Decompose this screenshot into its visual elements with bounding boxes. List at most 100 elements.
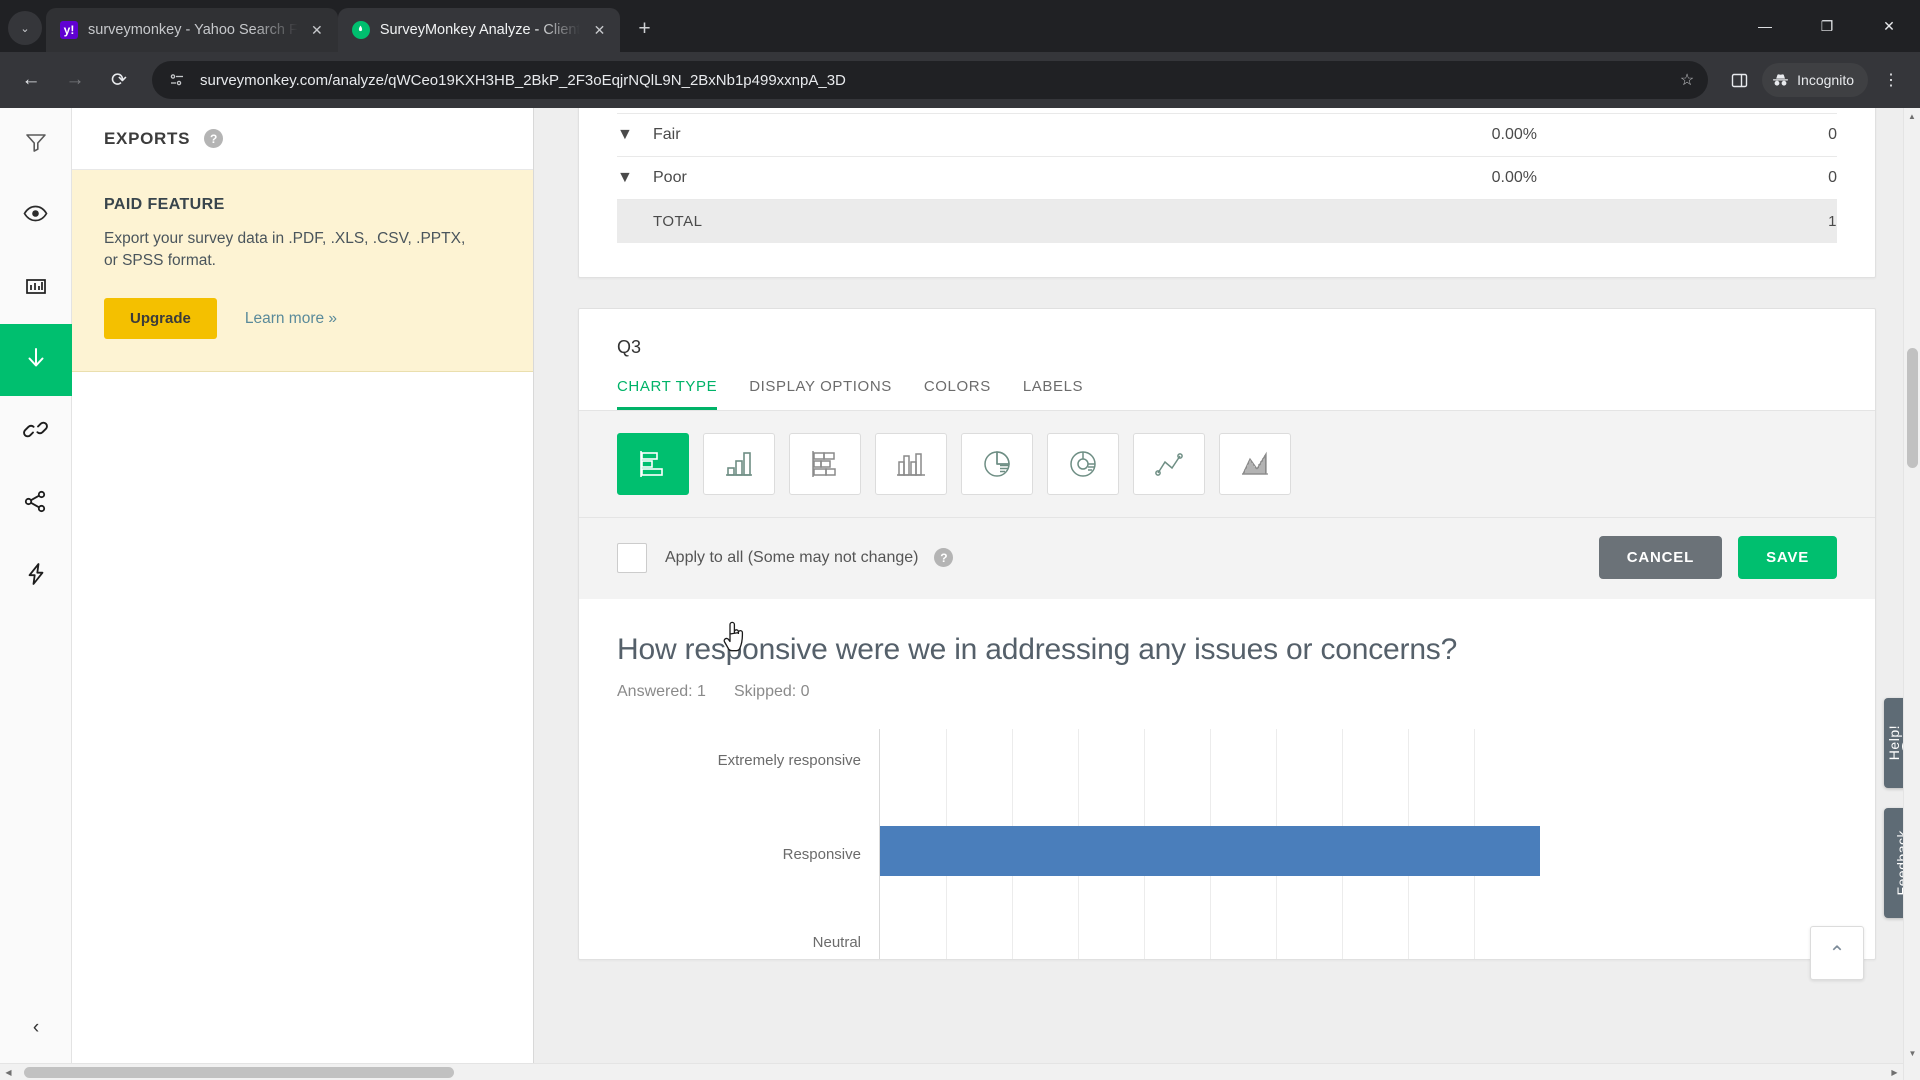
scroll-to-top-button[interactable]: ⌃ bbox=[1810, 926, 1864, 980]
sidebar-item-filter[interactable] bbox=[0, 108, 72, 180]
stacked-horizontal-bar-icon bbox=[808, 448, 842, 480]
reload-button[interactable]: ⟳ bbox=[100, 61, 138, 99]
sidebar-item-share[interactable] bbox=[0, 468, 72, 540]
table-total-row: TOTAL 1 bbox=[617, 199, 1837, 243]
horizontal-scrollbar-thumb[interactable] bbox=[24, 1067, 454, 1078]
chart-editor-card: Q3 CHART TYPE DISPLAY OPTIONS COLORS LAB… bbox=[578, 308, 1876, 960]
chevron-down-icon: ⌄ bbox=[20, 22, 30, 35]
share-nodes-icon bbox=[22, 488, 49, 520]
skipped-count: Skipped: 0 bbox=[733, 683, 810, 700]
save-button[interactable]: SAVE bbox=[1738, 536, 1837, 579]
close-icon[interactable]: ✕ bbox=[588, 19, 610, 41]
row-caret-icon[interactable]: ▼ bbox=[617, 113, 653, 157]
donut-icon bbox=[1067, 448, 1099, 480]
row-percent: 0.00% bbox=[1207, 113, 1537, 157]
browser-tab-yahoo[interactable]: y! surveymonkey - Yahoo Search F ✕ bbox=[46, 8, 338, 52]
chart-type-pie[interactable] bbox=[961, 433, 1033, 495]
close-window-button[interactable]: ✕ bbox=[1858, 0, 1920, 52]
side-panel-icon[interactable] bbox=[1722, 63, 1756, 97]
row-label: Poor bbox=[653, 156, 1207, 200]
paid-feature-card: PAID FEATURE Export your survey data in … bbox=[72, 170, 533, 372]
page-viewport: ‹ EXPORTS ? PAID FEATURE Export your sur… bbox=[0, 108, 1920, 1080]
paid-feature-description: Export your survey data in .PDF, .XLS, .… bbox=[104, 230, 466, 269]
horizontal-bar-icon bbox=[636, 448, 670, 480]
vertical-bar-icon bbox=[722, 448, 756, 480]
scroll-up-arrow-icon[interactable]: ▲ bbox=[1904, 108, 1920, 125]
yahoo-icon: y! bbox=[60, 21, 78, 39]
y-tick-label: Neutral bbox=[812, 934, 861, 951]
incognito-hat-icon bbox=[1772, 73, 1789, 87]
url-text[interactable]: surveymonkey.com/analyze/qWCeo19KXH3HB_2… bbox=[200, 72, 1670, 89]
tab-chart-type[interactable]: CHART TYPE bbox=[617, 372, 718, 410]
sidebar-item-integrations[interactable] bbox=[0, 540, 72, 612]
surveymonkey-icon bbox=[351, 21, 370, 39]
exports-panel-header: EXPORTS ? bbox=[72, 108, 533, 170]
link-icon bbox=[22, 416, 49, 448]
close-icon[interactable]: ✕ bbox=[306, 19, 328, 41]
maximize-button[interactable]: ❐ bbox=[1796, 0, 1858, 52]
apply-to-all-label: Apply to all (Some may not change) bbox=[665, 548, 919, 566]
browser-toolbar: ← → ⟳ surveymonkey.com/analyze/qWCeo19KX… bbox=[0, 52, 1920, 108]
sidebar-item-share-link[interactable] bbox=[0, 396, 72, 468]
upgrade-button[interactable]: Upgrade bbox=[104, 298, 217, 339]
chart-type-line[interactable] bbox=[1133, 433, 1205, 495]
chart-type-stacked-horizontal-bar[interactable] bbox=[789, 433, 861, 495]
chart-plot-area bbox=[879, 729, 1837, 959]
vertical-scrollbar-thumb[interactable] bbox=[1907, 348, 1918, 468]
sidebar-item-view[interactable] bbox=[0, 180, 72, 252]
forward-button[interactable]: → bbox=[56, 61, 94, 99]
analyze-main-content: ▼ Good 100.00% 1 ▼ Fair 0.00% 0 ▼ Poor bbox=[534, 108, 1920, 1080]
page-title: EXPORTS bbox=[104, 128, 191, 148]
new-tab-button[interactable]: + bbox=[628, 13, 660, 45]
learn-more-link[interactable]: Learn more » bbox=[245, 310, 337, 328]
exports-panel: EXPORTS ? PAID FEATURE Export your surve… bbox=[72, 108, 534, 1080]
collapse-panel-button[interactable]: ‹ bbox=[0, 1006, 72, 1050]
chevron-up-icon: ⌃ bbox=[1828, 942, 1846, 965]
row-caret-icon[interactable]: ▼ bbox=[617, 156, 653, 200]
page-horizontal-scrollbar[interactable]: ◀ ▶ bbox=[0, 1063, 1903, 1080]
chart-bar-responsive[interactable] bbox=[880, 826, 1540, 876]
minimize-button[interactable]: — bbox=[1734, 0, 1796, 52]
scroll-right-arrow-icon[interactable]: ▶ bbox=[1886, 1064, 1903, 1080]
table-row: ▼ Fair 0.00% 0 bbox=[617, 113, 1837, 157]
filter-icon bbox=[23, 129, 49, 160]
tab-colors[interactable]: COLORS bbox=[924, 372, 991, 410]
cancel-button[interactable]: CANCEL bbox=[1598, 536, 1723, 579]
address-bar[interactable]: surveymonkey.com/analyze/qWCeo19KXH3HB_2… bbox=[152, 61, 1709, 99]
apply-to-all-row: Apply to all (Some may not change) ? CAN… bbox=[579, 518, 1875, 599]
chart-type-donut[interactable] bbox=[1047, 433, 1119, 495]
bookmark-star-icon[interactable]: ☆ bbox=[1680, 70, 1694, 90]
window-controls: — ❐ ✕ bbox=[1734, 0, 1920, 52]
chart-type-area[interactable] bbox=[1219, 433, 1291, 495]
back-button[interactable]: ← bbox=[12, 61, 50, 99]
tab-search-button[interactable]: ⌄ bbox=[8, 11, 42, 45]
sidebar-item-exports[interactable] bbox=[0, 324, 72, 396]
site-settings-icon[interactable] bbox=[166, 69, 188, 91]
tab-strip: ⌄ y! surveymonkey - Yahoo Search F ✕ Sur… bbox=[0, 0, 1920, 52]
y-tick-label: Extremely responsive bbox=[717, 752, 861, 769]
answered-count: Answered: 1 bbox=[617, 683, 706, 700]
chart-type-vertical-bar[interactable] bbox=[703, 433, 775, 495]
tab-display-options[interactable]: DISPLAY OPTIONS bbox=[749, 372, 892, 410]
row-count: 0 bbox=[1537, 113, 1837, 157]
tab-labels[interactable]: LABELS bbox=[1023, 372, 1083, 410]
chart-type-horizontal-bar[interactable] bbox=[617, 433, 689, 495]
table-row: ▼ Poor 0.00% 0 bbox=[617, 156, 1837, 200]
row-label: Fair bbox=[653, 113, 1207, 157]
scroll-down-arrow-icon[interactable]: ▼ bbox=[1904, 1045, 1920, 1062]
incognito-indicator[interactable]: Incognito bbox=[1762, 63, 1868, 97]
page-vertical-scrollbar[interactable]: ▲ ▼ bbox=[1903, 108, 1920, 1080]
tab-title: SurveyMonkey Analyze - Client bbox=[379, 22, 581, 38]
browser-menu-button[interactable]: ⋮ bbox=[1874, 63, 1908, 97]
scroll-left-arrow-icon[interactable]: ◀ bbox=[0, 1064, 17, 1080]
help-tab-label: Help! bbox=[1885, 725, 1902, 761]
chart-type-grouped-column[interactable] bbox=[875, 433, 947, 495]
browser-tab-surveymonkey[interactable]: SurveyMonkey Analyze - Client ✕ bbox=[337, 8, 621, 52]
help-icon[interactable]: ? bbox=[204, 129, 224, 148]
apply-to-all-checkbox[interactable] bbox=[617, 542, 647, 573]
row-count: 0 bbox=[1537, 156, 1837, 200]
help-icon[interactable]: ? bbox=[934, 548, 954, 567]
question-number-label: Q3 bbox=[617, 337, 642, 357]
analyze-icon-rail: ‹ bbox=[0, 108, 72, 1080]
sidebar-item-presentation[interactable] bbox=[0, 252, 72, 324]
